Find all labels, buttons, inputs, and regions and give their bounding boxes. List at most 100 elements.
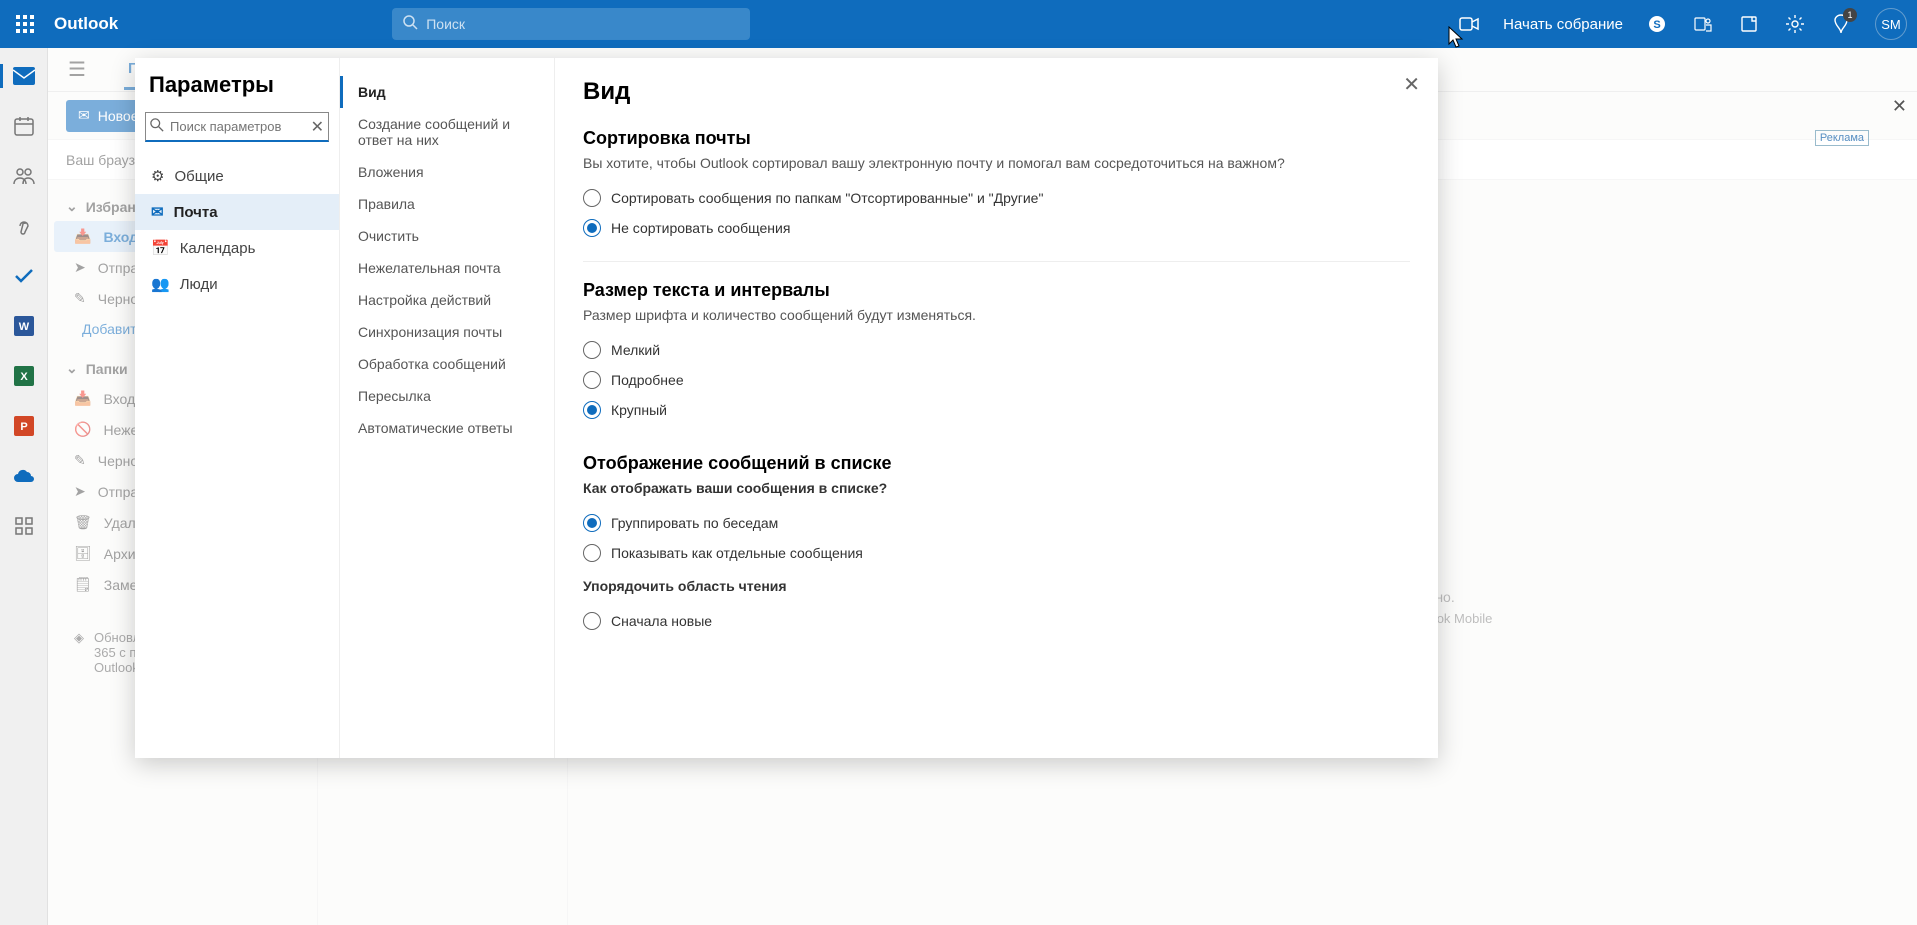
svg-text:P: P (20, 421, 27, 433)
size-opt3[interactable]: Крупный (583, 395, 1410, 425)
cat-label: Почта (174, 204, 218, 221)
search-icon (402, 14, 418, 35)
disp-heading: Отображение сообщений в списке (583, 453, 1410, 474)
rail-word-icon[interactable]: W (10, 312, 38, 340)
settings-cat-general[interactable]: ⚙ Общие (135, 158, 339, 194)
sub-view[interactable]: Вид (340, 76, 554, 108)
radio-label: Сначала новые (611, 613, 712, 629)
radio-label: Не сортировать сообщения (611, 220, 790, 236)
cat-label: Люди (180, 276, 218, 293)
radio-icon (583, 341, 601, 359)
radio-icon (583, 401, 601, 419)
sub-compose[interactable]: Создание сообщений и ответ на них (340, 108, 554, 156)
search-input[interactable] (426, 16, 740, 32)
rail-powerpoint-icon[interactable]: P (10, 412, 38, 440)
settings-cat-mail[interactable]: ✉ Почта (135, 194, 339, 230)
clear-icon[interactable]: ✕ (311, 117, 324, 137)
rail-todo-icon[interactable] (10, 262, 38, 290)
sub-cleanup[interactable]: Очистить (340, 220, 554, 252)
rail-calendar-icon[interactable] (10, 112, 38, 140)
ad-badge: Реклама (1815, 130, 1869, 146)
close-icon[interactable]: ✕ (1403, 72, 1420, 97)
app-name: Outlook (54, 14, 118, 34)
rail-people-icon[interactable] (10, 162, 38, 190)
sub-forwarding[interactable]: Пересылка (340, 380, 554, 412)
settings-dialog: Параметры ✕ ⚙Общие ✉Почта 📅Календарь 👥Лю… (135, 58, 1438, 758)
chevron-down-icon[interactable]: ⌄ (66, 360, 78, 377)
radio-label: Мелкий (611, 342, 660, 358)
gear-icon: ⚙ (151, 167, 164, 185)
chevron-down-icon[interactable]: ⌄ (66, 198, 78, 215)
pane-title: Вид (583, 78, 1410, 106)
radio-label: Крупный (611, 402, 667, 418)
order-heading: Упорядочить область чтения (583, 578, 1410, 594)
settings-categories: Параметры ✕ ⚙Общие ✉Почта 📅Календарь 👥Лю… (135, 58, 340, 758)
settings-cat-calendar[interactable]: 📅Календарь (135, 230, 339, 266)
settings-search[interactable]: ✕ (145, 112, 329, 142)
radio-icon (583, 514, 601, 532)
junk-icon: 🚫 (74, 421, 91, 438)
close-banner-icon[interactable]: ✕ (1892, 96, 1907, 117)
rail-mail-icon[interactable] (10, 62, 38, 90)
folders-header[interactable]: Папки (86, 361, 128, 377)
mail-icon: ✉ (151, 203, 164, 221)
radio-label: Показывать как отдельные сообщения (611, 545, 863, 561)
notes-icon[interactable] (1737, 12, 1761, 36)
sort-opt2[interactable]: Не сортировать сообщения (583, 213, 1410, 243)
diamond-icon: ◈ (74, 630, 84, 675)
svg-text:W: W (18, 321, 29, 333)
radio-icon (583, 371, 601, 389)
settings-search-input[interactable] (145, 112, 329, 142)
sub-attachments[interactable]: Вложения (340, 156, 554, 188)
video-icon[interactable] (1457, 12, 1481, 36)
radio-icon (583, 612, 601, 630)
people-icon: 👥 (151, 275, 170, 293)
start-meeting-button[interactable]: Начать собрание (1503, 16, 1623, 33)
inbox-icon: 📥 (74, 390, 91, 407)
user-avatar[interactable]: SM (1875, 8, 1907, 40)
sub-junk[interactable]: Нежелательная почта (340, 252, 554, 284)
notes-icon: 🗒 (74, 576, 92, 593)
inbox-icon: 📥 (74, 228, 91, 245)
search-box[interactable] (392, 8, 750, 40)
sub-auto[interactable]: Автоматические ответы (340, 412, 554, 444)
hamburger-icon[interactable]: ☰ (68, 57, 86, 82)
size-opt2[interactable]: Подробнее (583, 365, 1410, 395)
sub-sync[interactable]: Синхронизация почты (340, 316, 554, 348)
radio-label: Группировать по беседам (611, 515, 778, 531)
teams-icon[interactable] (1691, 12, 1715, 36)
sort-heading: Сортировка почты (583, 128, 1410, 149)
app-rail: W X P (0, 48, 48, 925)
drafts-icon: ✎ (74, 290, 86, 307)
rail-excel-icon[interactable]: X (10, 362, 38, 390)
mail-icon: ✉ (78, 107, 90, 124)
rail-onedrive-icon[interactable] (10, 462, 38, 490)
radio-icon (583, 219, 601, 237)
skype-icon[interactable]: S (1645, 12, 1669, 36)
radio-label: Сортировать сообщения по папкам "Отсорти… (611, 190, 1043, 206)
sub-actions[interactable]: Настройка действий (340, 284, 554, 316)
settings-subcategories: Вид Создание сообщений и ответ на них Вл… (340, 58, 555, 758)
notification-badge: 1 (1843, 8, 1857, 22)
rail-files-icon[interactable] (10, 212, 38, 240)
sub-handling[interactable]: Обработка сообщений (340, 348, 554, 380)
cat-label: Общие (174, 168, 223, 185)
disp-opt1[interactable]: Группировать по беседам (583, 508, 1410, 538)
order-opt1[interactable]: Сначала новые (583, 606, 1410, 636)
sort-opt1[interactable]: Сортировать сообщения по папкам "Отсорти… (583, 183, 1410, 213)
sub-rules[interactable]: Правила (340, 188, 554, 220)
rail-apps-icon[interactable] (10, 512, 38, 540)
size-opt1[interactable]: Мелкий (583, 335, 1410, 365)
sort-desc: Вы хотите, чтобы Outlook сортировал вашу… (583, 155, 1410, 171)
disp-opt2[interactable]: Показывать как отдельные сообщения (583, 538, 1410, 568)
app-launcher-icon[interactable] (10, 9, 40, 39)
settings-cat-people[interactable]: 👥 Люди (135, 266, 339, 302)
settings-content: ✕ Вид Сортировка почты Вы хотите, чтобы … (555, 58, 1438, 758)
settings-icon[interactable] (1783, 12, 1807, 36)
sent-icon: ➤ (74, 259, 86, 276)
cat-label: Календарь (180, 240, 256, 257)
trash-icon: 🗑 (74, 514, 92, 531)
help-icon[interactable]: 1 (1829, 12, 1853, 36)
svg-text:S: S (1653, 19, 1660, 31)
sent-icon: ➤ (74, 483, 86, 500)
